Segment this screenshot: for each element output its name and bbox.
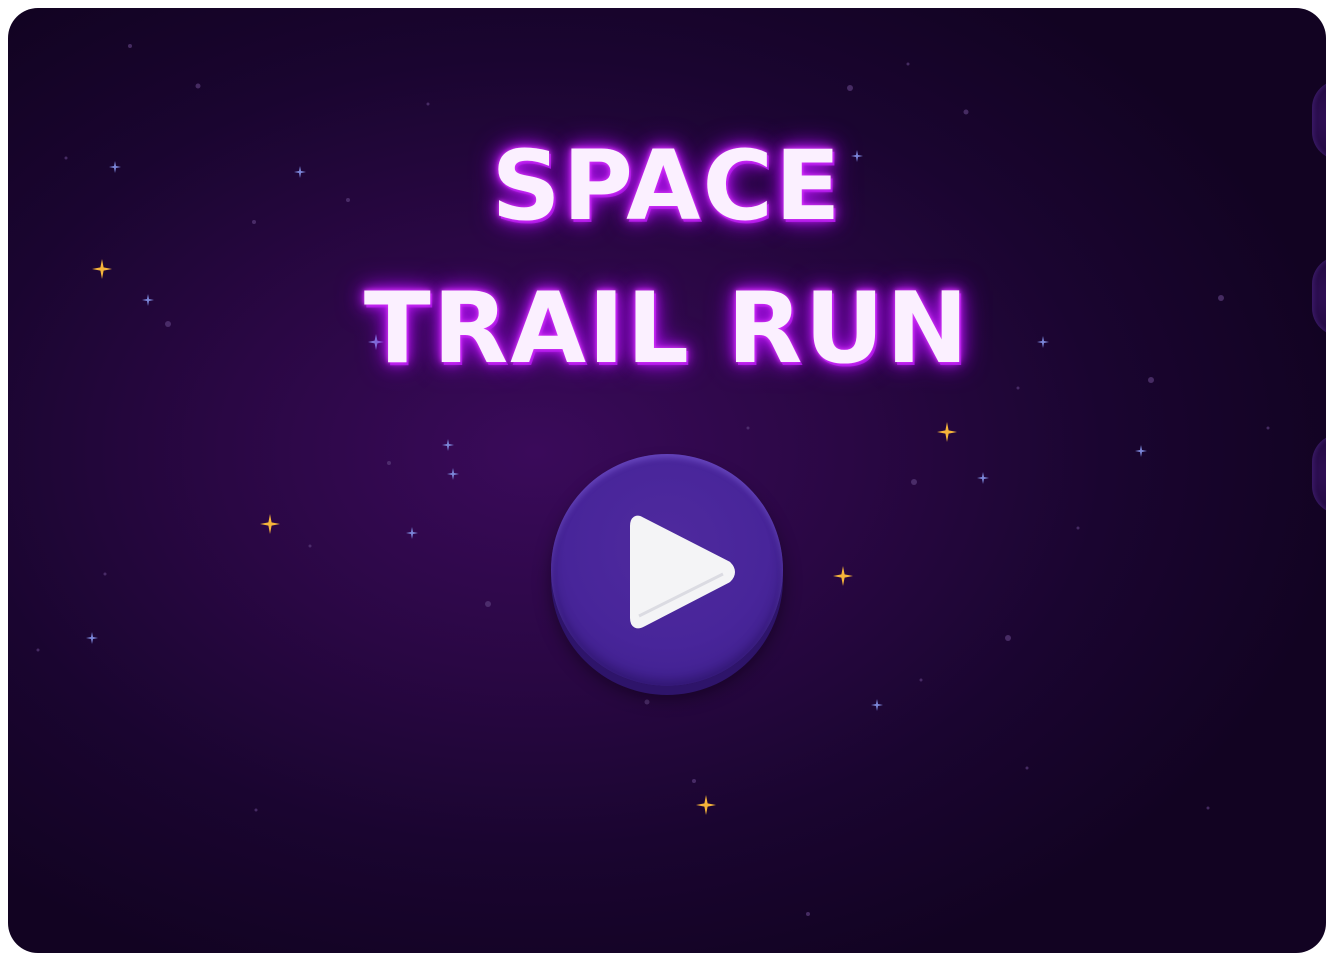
- play-button[interactable]: [551, 454, 783, 686]
- blue-star: [1135, 445, 1147, 457]
- game-title-line-1: SPACE: [491, 130, 843, 242]
- gold-star: [92, 259, 112, 279]
- gold-star: [937, 422, 957, 442]
- gold-star: [833, 566, 853, 586]
- gold-star: [696, 795, 716, 815]
- blue-star: [442, 439, 454, 451]
- blue-star: [977, 472, 989, 484]
- blue-star: [447, 468, 459, 480]
- blue-star: [86, 632, 98, 644]
- blue-star: [406, 527, 418, 539]
- play-icon: [630, 515, 735, 629]
- blue-star: [871, 699, 883, 711]
- game-title-line-2: TRAIL RUN: [363, 272, 971, 386]
- gold-star: [260, 514, 280, 534]
- game-canvas[interactable]: SPACE TRAIL RUN: [8, 8, 1326, 953]
